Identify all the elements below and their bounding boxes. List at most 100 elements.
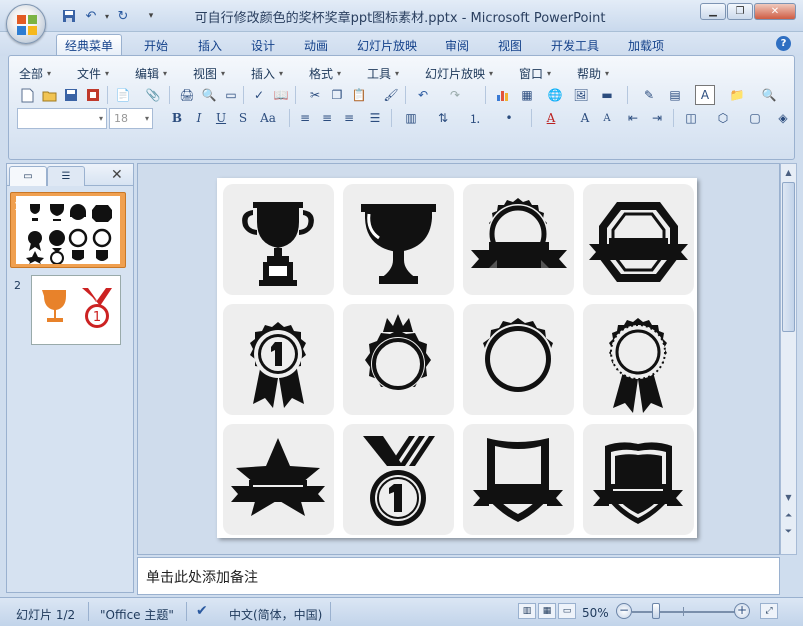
crown-seal-icon[interactable] (343, 304, 454, 415)
save-icon[interactable] (61, 85, 81, 105)
paste-icon[interactable]: 📋 (349, 85, 369, 105)
language[interactable]: 中文(简体，中国) (229, 606, 322, 623)
attach-icon[interactable]: 📎 (143, 85, 163, 105)
zoom-level[interactable]: 50% (582, 606, 609, 620)
text-direction-icon[interactable]: ⇅ (433, 108, 453, 128)
scroll-up-icon[interactable]: ▲ (781, 165, 796, 180)
font-name-combo[interactable]: ▾ (17, 108, 107, 129)
columns-icon[interactable]: ▥ (401, 108, 421, 128)
hyperlink-icon[interactable]: 🌐 (545, 85, 565, 105)
redo-icon[interactable]: ↷ (445, 85, 465, 105)
undo-icon[interactable]: ↶ (413, 85, 433, 105)
menu-all[interactable]: 全部 ▾ (19, 65, 51, 82)
align-right-icon[interactable]: ≡ (339, 108, 359, 128)
spelling-check-icon[interactable]: ✔ (196, 603, 208, 619)
change-case-button[interactable]: Aa (255, 108, 281, 128)
print-preview-icon[interactable]: 🔍 (199, 85, 219, 105)
arrange-icon[interactable]: ◫ (681, 108, 701, 128)
fit-to-window-icon[interactable]: ⤢ (760, 603, 778, 619)
round-seal-icon[interactable] (463, 304, 574, 415)
menu-edit[interactable]: 编辑 ▾ (135, 65, 167, 82)
menu-help[interactable]: 帮助 ▾ (577, 65, 609, 82)
increase-indent-icon[interactable]: ⇥ (647, 108, 667, 128)
normal-view-icon[interactable]: ▥ (518, 603, 536, 619)
screen-icon[interactable]: ▭ (221, 85, 241, 105)
tab-slideshow[interactable]: 幻灯片放映 (349, 34, 425, 56)
scroll-down-icon[interactable]: ▼ (781, 490, 796, 505)
shadow-button[interactable]: S (233, 108, 253, 128)
redo-icon[interactable]: ↻ (114, 7, 132, 25)
text-box-icon[interactable]: A (695, 85, 715, 105)
numbering-icon[interactable]: ⒈ (465, 108, 485, 128)
restore-button[interactable]: ❐ (727, 3, 753, 20)
zoom-slider-thumb[interactable] (652, 603, 660, 619)
folder-icon[interactable]: 📁 (727, 85, 747, 105)
slide-sorter-icon[interactable]: ▦ (538, 603, 556, 619)
menu-file[interactable]: 文件 ▾ (77, 65, 109, 82)
previous-slide-icon[interactable]: ⏶ (781, 508, 796, 523)
format-painter-icon[interactable]: 🖌 (381, 85, 401, 105)
spelling-icon[interactable]: ✓ (249, 85, 269, 105)
trophy-icon[interactable] (223, 184, 334, 295)
save-icon[interactable] (60, 7, 78, 25)
color-grayscale-icon[interactable]: ▬ (597, 85, 617, 105)
tab-classic-menu[interactable]: 经典菜单 (56, 34, 123, 56)
number-one-medal-icon[interactable] (343, 424, 454, 535)
slide-layout-icon[interactable]: ▤ (665, 85, 685, 105)
open-icon[interactable] (39, 85, 59, 105)
round-badge-ribbon-icon[interactable] (463, 184, 574, 295)
tab-insert[interactable]: 插入 (190, 34, 230, 56)
shapes-icon[interactable]: ⬡ (713, 108, 733, 128)
italic-button[interactable]: I (189, 108, 209, 128)
tab-home[interactable]: 开始 (136, 34, 176, 56)
tab-review[interactable]: 审阅 (437, 34, 477, 56)
insert-chart-icon[interactable] (493, 85, 513, 105)
insert-table-icon[interactable]: ▦ (517, 85, 537, 105)
fill-icon[interactable]: ◈ (773, 108, 793, 128)
align-center-icon[interactable]: ≡ (317, 108, 337, 128)
publish-pdf-icon[interactable]: 📄 (113, 85, 133, 105)
star-ribbon-icon[interactable] (223, 424, 334, 535)
font-size-combo[interactable]: 18 ▾ (109, 108, 153, 129)
tab-addins[interactable]: 加载项 (620, 34, 672, 56)
justify-icon[interactable]: ☰ (365, 108, 385, 128)
bullets-icon[interactable]: • (499, 108, 519, 128)
slideshow-view-icon[interactable]: ▭ (558, 603, 576, 619)
quick-styles-icon[interactable]: ▢ (745, 108, 765, 128)
tab-animations[interactable]: 动画 (296, 34, 336, 56)
hexagon-badge-ribbon-icon[interactable] (583, 184, 694, 295)
vertical-scrollbar[interactable]: ▲ ▼ ⏶ ⏷ (780, 163, 797, 555)
align-left-icon[interactable]: ≡ (295, 108, 315, 128)
scrollbar-thumb[interactable] (782, 182, 795, 332)
zoom-slider-track[interactable] (632, 611, 736, 613)
outline-tab[interactable]: ☰ (47, 166, 85, 186)
notes-pane[interactable]: 单击此处添加备注 (137, 557, 780, 595)
copy-icon[interactable]: ❐ (327, 85, 347, 105)
research-icon[interactable]: 📖 (271, 85, 291, 105)
slide-canvas[interactable] (217, 178, 697, 538)
office-button[interactable] (6, 4, 46, 44)
shield-ribbon-icon[interactable] (463, 424, 574, 535)
menu-insert[interactable]: 插入 ▾ (251, 65, 283, 82)
close-pane-icon[interactable]: ✕ (111, 167, 123, 183)
cut-icon[interactable]: ✂ (305, 85, 325, 105)
bold-button[interactable]: B (167, 108, 187, 128)
print-icon[interactable]: 🖨 (177, 85, 197, 105)
slides-tab[interactable]: ▭ (9, 166, 47, 186)
zoom-search-icon[interactable]: 🔍 (759, 85, 779, 105)
rosette-ribbon-icon[interactable] (583, 304, 694, 415)
menu-window[interactable]: 窗口 ▾ (519, 65, 551, 82)
cup-trophy-icon[interactable] (343, 184, 454, 295)
help-icon[interactable]: ? (776, 36, 791, 51)
close-button[interactable]: ✕ (754, 3, 796, 20)
permission-icon[interactable] (83, 85, 103, 105)
minimize-button[interactable]: ▁ (700, 3, 726, 20)
tab-design[interactable]: 设计 (243, 34, 283, 56)
tab-view[interactable]: 视图 (490, 34, 530, 56)
zoom-in-icon[interactable]: + (734, 603, 750, 619)
crest-ribbon-icon[interactable] (583, 424, 694, 535)
new-slide-icon[interactable]: ✎ (639, 85, 659, 105)
tab-developer[interactable]: 开发工具 (543, 34, 607, 56)
grow-font-button[interactable]: A (575, 108, 595, 128)
font-color-button[interactable]: A (541, 108, 561, 128)
